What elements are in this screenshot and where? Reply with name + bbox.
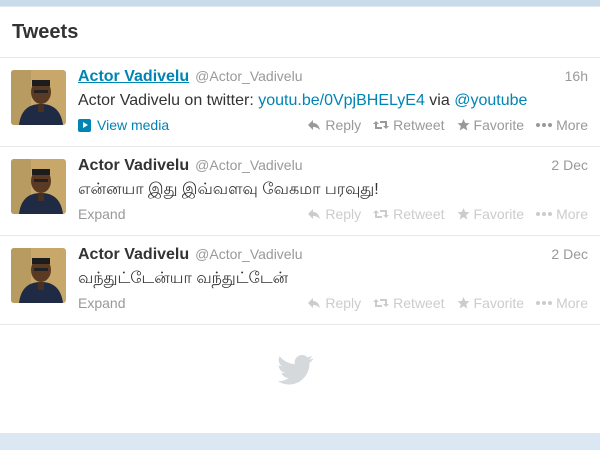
tweet-item[interactable]: Actor Vadivelu @Actor_Vadivelu 16h Actor… <box>0 58 600 147</box>
more-dots-icon <box>536 301 553 305</box>
retweet-button[interactable]: Retweet <box>373 295 445 311</box>
favorite-label: Favorite <box>473 206 525 222</box>
author-name[interactable]: Actor Vadivelu <box>78 157 189 175</box>
more-button[interactable]: More <box>536 117 588 133</box>
expand-link[interactable]: Expand <box>78 295 125 311</box>
favorite-label: Favorite <box>473 295 525 311</box>
retweet-label: Retweet <box>393 295 445 311</box>
favorite-button[interactable]: Favorite <box>457 295 525 311</box>
author-handle[interactable]: @Actor_Vadivelu <box>195 157 302 173</box>
more-button[interactable]: More <box>536 206 588 222</box>
bottom-strip <box>0 433 600 450</box>
tweet-time[interactable]: 2 Dec <box>551 246 588 262</box>
youtube-mention[interactable]: @youtube <box>454 92 527 109</box>
author-name[interactable]: Actor Vadivelu <box>78 246 189 264</box>
tweet-item[interactable]: Actor Vadivelu @Actor_Vadivelu 2 Dec வந்… <box>0 236 600 325</box>
reply-icon <box>307 119 321 131</box>
more-dots-icon <box>536 212 553 216</box>
favorite-label: Favorite <box>473 117 525 133</box>
retweet-icon <box>373 208 390 220</box>
reply-button[interactable]: Reply <box>307 206 361 222</box>
more-dots-icon <box>536 123 553 127</box>
twitter-bird-icon <box>277 355 314 385</box>
reply-icon <box>307 297 321 309</box>
reply-label: Reply <box>325 206 362 222</box>
reply-button[interactable]: Reply <box>307 117 361 133</box>
reply-label: Reply <box>325 117 362 133</box>
more-label: More <box>556 117 588 133</box>
retweet-label: Retweet <box>393 117 445 133</box>
favorite-button[interactable]: Favorite <box>457 117 525 133</box>
favorite-button[interactable]: Favorite <box>457 206 525 222</box>
reply-icon <box>307 208 321 220</box>
tweets-header: Tweets <box>0 7 600 58</box>
star-icon <box>457 208 470 220</box>
more-button[interactable]: More <box>536 295 588 311</box>
author-name[interactable]: Actor Vadivelu <box>78 68 189 86</box>
tweet-actions: Reply Retweet Favorite More <box>295 295 588 311</box>
avatar[interactable] <box>11 248 66 303</box>
reply-label: Reply <box>325 295 362 311</box>
youtube-link[interactable]: youtu.be/0VpjBHELyE4 <box>258 92 425 109</box>
star-icon <box>457 297 470 309</box>
author-handle[interactable]: @Actor_Vadivelu <box>195 68 302 84</box>
tweet-item[interactable]: Actor Vadivelu @Actor_Vadivelu 2 Dec என்… <box>0 147 600 236</box>
page-title: Tweets <box>12 20 79 43</box>
retweet-icon <box>373 119 390 131</box>
tweet-text: வந்துட்டேன்யா வந்துட்டேன் <box>78 270 289 287</box>
retweet-icon <box>373 297 390 309</box>
tweet-text: என்னயா இது இவ்வளவு வேகமா பரவுது! <box>78 181 379 198</box>
play-icon <box>78 118 91 132</box>
tweet-actions: Reply Retweet Favorite More <box>295 206 588 222</box>
tweet-text: Actor Vadivelu on twitter: youtu.be/0Vpj… <box>78 90 588 112</box>
retweet-button[interactable]: Retweet <box>373 206 445 222</box>
view-media-label: View media <box>97 117 170 133</box>
retweet-button[interactable]: Retweet <box>373 117 445 133</box>
avatar[interactable] <box>11 70 66 125</box>
more-label: More <box>556 295 588 311</box>
tweet-actions: Reply Retweet Favorite More <box>295 117 588 133</box>
retweet-label: Retweet <box>393 206 445 222</box>
more-label: More <box>556 206 588 222</box>
reply-button[interactable]: Reply <box>307 295 361 311</box>
expand-link[interactable]: Expand <box>78 206 125 222</box>
tweet-text-prefix: Actor Vadivelu on twitter: <box>78 92 259 109</box>
tweet-text-via: via <box>424 92 455 109</box>
tweet-time[interactable]: 16h <box>565 68 588 84</box>
star-icon <box>457 119 470 131</box>
view-media-link[interactable]: View media <box>78 117 169 133</box>
author-handle[interactable]: @Actor_Vadivelu <box>195 246 302 262</box>
tweet-time[interactable]: 2 Dec <box>551 157 588 173</box>
avatar[interactable] <box>11 159 66 214</box>
